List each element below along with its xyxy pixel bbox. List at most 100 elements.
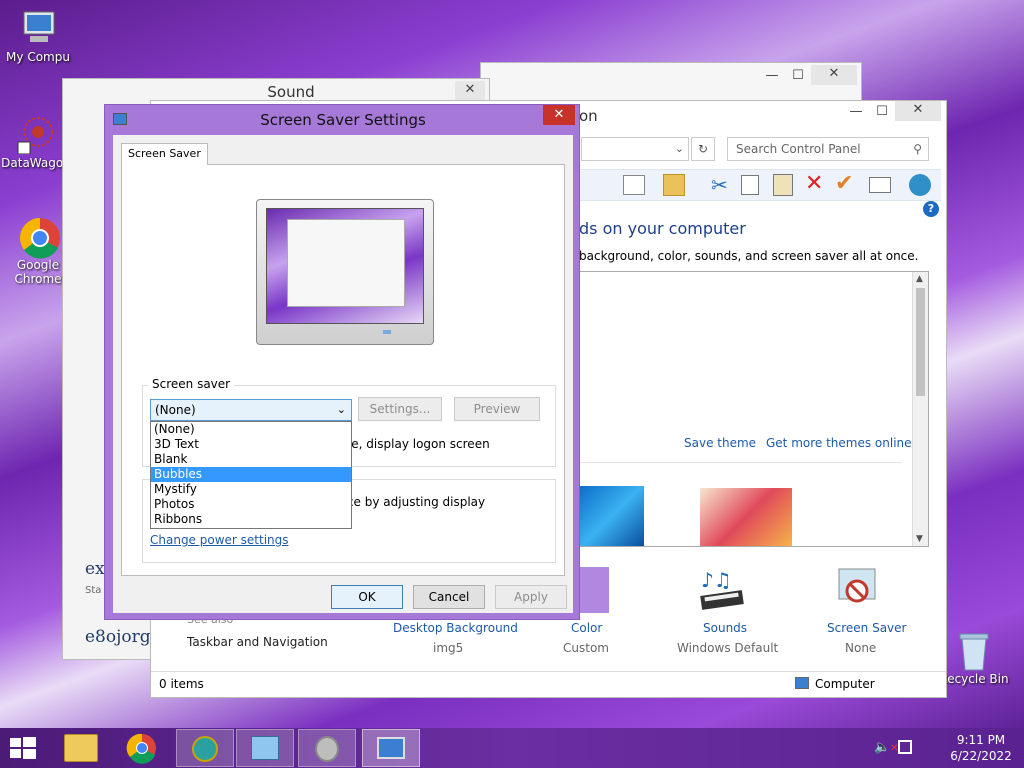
- maximize-button[interactable]: ☐: [867, 103, 897, 123]
- chrome-icon: [18, 216, 60, 259]
- scroll-down-icon[interactable]: ▼: [916, 534, 923, 544]
- back-explorer-window: — ☐ ✕: [480, 62, 862, 102]
- desktop-background-link[interactable]: Desktop Background: [393, 621, 518, 635]
- desktop-icon-label: My Compu: [6, 50, 70, 64]
- desktop-background-value: img5: [433, 641, 464, 655]
- close-button[interactable]: ✕: [455, 81, 485, 101]
- control-panel-taskbar-button[interactable]: [236, 729, 294, 767]
- copy-icon[interactable]: [741, 175, 759, 195]
- clock-time[interactable]: 9:11 PM: [946, 733, 1016, 747]
- color-link[interactable]: Color: [571, 621, 602, 635]
- app-taskbar-button[interactable]: [176, 729, 234, 767]
- checkmark-icon[interactable]: ✔: [835, 171, 853, 196]
- get-more-themes-link[interactable]: Get more themes online: [766, 436, 912, 450]
- save-theme-link[interactable]: Save theme: [684, 436, 756, 450]
- volume-muted-icon[interactable]: 🔈✕: [874, 740, 899, 755]
- apply-button[interactable]: Apply: [495, 585, 567, 609]
- power-text: ance by adjusting display: [332, 495, 486, 509]
- dropdown-option[interactable]: Photos: [151, 497, 351, 512]
- computer-small-icon: [795, 677, 809, 689]
- ok-button[interactable]: OK: [331, 585, 403, 609]
- monitor-preview: [256, 199, 434, 345]
- page-heading: ds on your computer: [579, 219, 746, 238]
- tab-panel: Screen saver (None) ⌄ Settings... Previe…: [121, 164, 565, 576]
- address-bar[interactable]: ⌄: [581, 137, 689, 161]
- desktop-icon-label: Recycle Bin: [939, 672, 1009, 686]
- themes-list[interactable]: ▲ ▼ Save theme Get more themes online: [579, 271, 929, 547]
- dialog-title: Screen Saver Settings: [260, 111, 426, 129]
- globe-icon[interactable]: [909, 174, 931, 196]
- tab-screen-saver[interactable]: Screen Saver: [121, 143, 208, 165]
- clock-date[interactable]: 6/22/2022: [946, 749, 1016, 763]
- chrome-taskbar-icon[interactable]: [126, 732, 158, 764]
- maximize-button[interactable]: ☐: [783, 67, 813, 87]
- dropdown-option[interactable]: Ribbons: [151, 512, 351, 527]
- dropdown-option[interactable]: Mystify: [151, 482, 351, 497]
- layout-icon[interactable]: [623, 175, 645, 195]
- sound-text: e8ojorg: [85, 627, 151, 647]
- theme-thumbnail-flowers[interactable]: [700, 488, 792, 546]
- settings-button[interactable]: Settings...: [358, 397, 442, 421]
- resume-logon-text: ume, display logon screen: [332, 437, 490, 451]
- status-items-count: 0 items: [159, 677, 204, 691]
- theme-thumbnail-blue[interactable]: [580, 486, 644, 546]
- dropdown-option[interactable]: (None): [151, 422, 351, 437]
- search-input[interactable]: Search Control Panel ⚲: [727, 137, 929, 161]
- scroll-up-icon[interactable]: ▲: [916, 274, 923, 284]
- scrollbar[interactable]: ▲ ▼: [912, 272, 928, 546]
- monitor-stand-light: [383, 330, 391, 334]
- sounds-value: Windows Default: [677, 641, 779, 655]
- network-icon[interactable]: [898, 740, 912, 754]
- sounds-icon[interactable]: ♪♫: [697, 567, 747, 613]
- close-button[interactable]: ✕: [543, 105, 575, 125]
- monitor-screen: [266, 208, 424, 324]
- divider: [580, 462, 902, 463]
- taskbar-navigation-link[interactable]: Taskbar and Navigation: [187, 635, 328, 649]
- toolbar: ✂ ✕ ✔: [579, 169, 941, 201]
- window-title: on: [579, 107, 598, 125]
- screen-saver-link[interactable]: Screen Saver: [827, 621, 906, 635]
- screen-saver-select[interactable]: (None) ⌄: [150, 399, 352, 421]
- help-icon[interactable]: ?: [923, 201, 939, 217]
- desktop-icon-recycle-bin[interactable]: Recycle Bin: [938, 630, 1010, 686]
- svg-text:♪♫: ♪♫: [701, 568, 732, 592]
- screen-saver-group-label: Screen saver: [148, 377, 235, 391]
- search-placeholder: Search Control Panel: [736, 142, 861, 156]
- close-button[interactable]: ✕: [895, 101, 941, 121]
- cancel-button[interactable]: Cancel: [413, 585, 485, 609]
- color-value: Custom: [563, 641, 609, 655]
- cut-icon[interactable]: ✂: [711, 173, 728, 197]
- preview-button[interactable]: Preview: [454, 397, 540, 421]
- screen-saver-taskbar-button[interactable]: [362, 729, 420, 767]
- dialog-body: Screen Saver Screen saver (None) ⌄ Setti…: [113, 135, 573, 613]
- screen-saver-selected: (None): [155, 403, 196, 417]
- delete-icon[interactable]: ✕: [805, 171, 823, 196]
- paste-icon[interactable]: [773, 174, 793, 196]
- refresh-icon[interactable]: ↻: [691, 137, 715, 161]
- dropdown-option[interactable]: Blank: [151, 452, 351, 467]
- dropdown-option[interactable]: 3D Text: [151, 437, 351, 452]
- status-computer: Computer: [815, 677, 875, 691]
- monitor-icon: [377, 737, 405, 759]
- taskbar: 🔈✕ 9:11 PM 6/22/2022: [0, 728, 1024, 768]
- sound-text: Sta: [85, 585, 102, 596]
- file-explorer-icon[interactable]: [64, 734, 98, 762]
- search-icon: ⚲: [913, 142, 922, 156]
- start-button[interactable]: [8, 736, 40, 760]
- properties-icon[interactable]: [869, 177, 891, 193]
- desktop-icon-label: Google Chrome: [14, 258, 62, 286]
- dropdown-option-highlighted[interactable]: Bubbles: [151, 467, 351, 482]
- page-subheading: background, color, sounds, and screen sa…: [579, 249, 919, 263]
- desktop-icon-my-computer[interactable]: My Compu: [2, 8, 74, 64]
- folder-icon[interactable]: [663, 174, 685, 196]
- sound-text: ex: [85, 559, 105, 579]
- change-power-settings-link[interactable]: Change power settings: [150, 533, 289, 547]
- screen-saver-dropdown: (None) 3D Text Blank Bubbles Mystify Pho…: [150, 421, 352, 529]
- scroll-thumb[interactable]: [916, 288, 925, 396]
- close-button[interactable]: ✕: [811, 65, 857, 85]
- sound-taskbar-button[interactable]: [298, 729, 356, 767]
- status-bar: 0 items Computer: [151, 671, 946, 697]
- datawagon-icon: [16, 114, 56, 155]
- sounds-link[interactable]: Sounds: [703, 621, 747, 635]
- screen-saver-icon[interactable]: [835, 567, 879, 613]
